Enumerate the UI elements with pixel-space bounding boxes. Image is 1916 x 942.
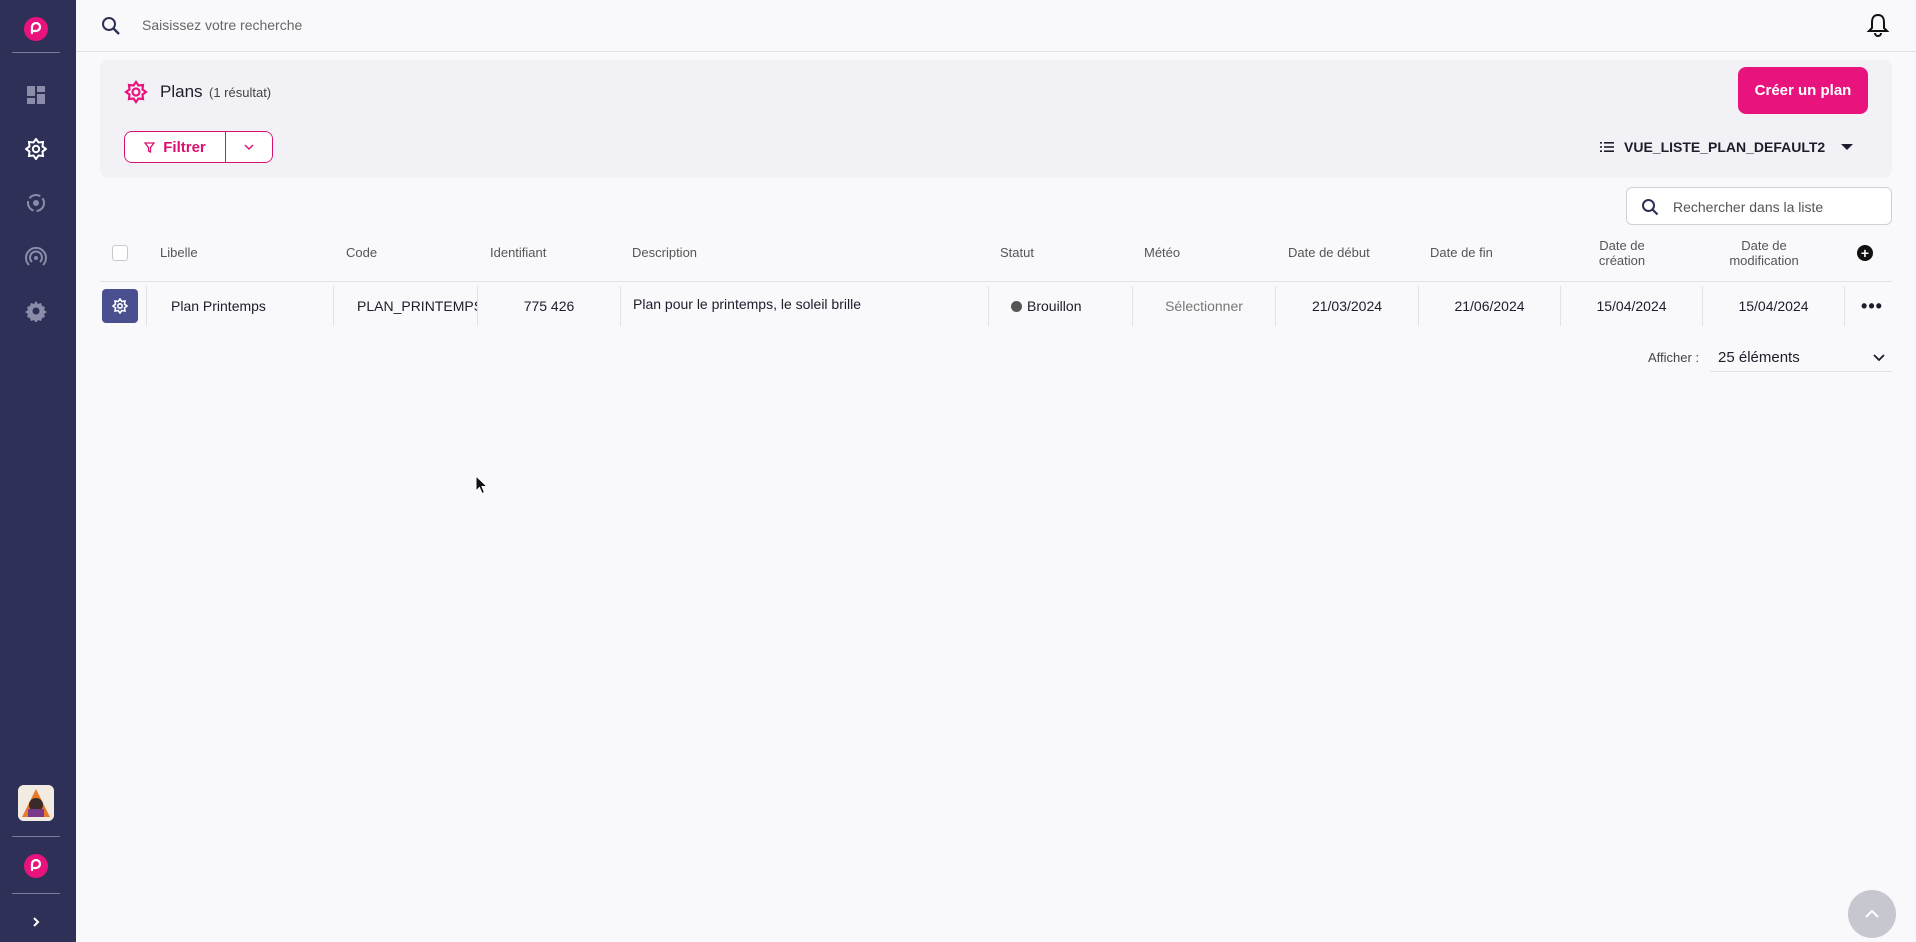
search-icon <box>102 17 120 35</box>
column-header-date-fin[interactable]: Date de fin <box>1430 245 1493 260</box>
result-count: (1 résultat) <box>209 85 272 100</box>
sidebar-divider <box>12 836 60 837</box>
table-header-divider <box>100 281 1892 282</box>
cell-identifiant: 775 426 <box>477 286 620 326</box>
meteo-select[interactable]: Sélectionner <box>1165 298 1243 314</box>
page-size-select[interactable]: 25 éléments <box>1710 344 1892 372</box>
sidebar-item-broadcast[interactable] <box>24 245 48 269</box>
cell-date-creation: 15/04/2024 <box>1560 286 1702 326</box>
gear-icon <box>25 301 47 322</box>
view-selector[interactable]: VUE_LISTE_PLAN_DEFAULT2 <box>1600 135 1854 159</box>
filter-group: Filtrer <box>124 131 273 163</box>
table-row[interactable]: Plan Printemps PLAN_PRINTEMPS 775 426 Pl… <box>100 286 1892 326</box>
list-search-input[interactable] <box>1673 196 1883 218</box>
gear-icon <box>112 298 128 314</box>
cell-date-fin: 21/06/2024 <box>1418 286 1560 326</box>
cell-statut: Brouillon <box>988 286 1132 326</box>
column-header-libelle[interactable]: Libelle <box>160 245 198 260</box>
dashboard-icon <box>27 86 45 104</box>
page-header: Plans (1 résultat) Créer un plan Filtrer… <box>100 60 1892 178</box>
list-icon <box>1600 142 1614 152</box>
column-header-date-modification-line1: Date de <box>1741 238 1787 253</box>
chevron-right-icon[interactable] <box>26 912 46 932</box>
status-dot-icon <box>1011 300 1022 312</box>
column-header-statut[interactable]: Statut <box>1000 245 1034 260</box>
column-header-date-creation[interactable]: Date de création <box>1572 238 1672 268</box>
plans-icon <box>124 80 148 104</box>
search-icon <box>1642 199 1659 216</box>
sidebar-divider <box>12 893 60 894</box>
cell-meteo: Sélectionner <box>1132 286 1275 326</box>
radar-icon <box>27 194 45 212</box>
sidebar-item-settings[interactable] <box>24 299 48 323</box>
sidebar <box>0 0 76 942</box>
broadcast-icon <box>25 246 47 266</box>
gear-flower-icon <box>25 138 47 160</box>
column-header-identifiant[interactable]: Identifiant <box>490 245 546 260</box>
filter-button-label: Filtrer <box>163 138 206 156</box>
column-header-code[interactable]: Code <box>346 245 377 260</box>
column-header-date-creation-line2: création <box>1598 253 1646 268</box>
cell-libelle: Plan Printemps <box>146 286 332 326</box>
select-all-checkbox[interactable] <box>112 245 128 261</box>
chevron-down-icon <box>244 144 254 150</box>
status-label: Brouillon <box>1027 298 1082 314</box>
chevron-down-icon <box>1873 354 1885 362</box>
sidebar-divider <box>12 52 60 53</box>
column-header-date-debut[interactable]: Date de début <box>1288 245 1370 260</box>
sidebar-item-plans[interactable] <box>24 137 48 161</box>
sidebar-item-radar[interactable] <box>24 191 48 215</box>
page-title: Plans <box>160 82 203 101</box>
page-size-label: Afficher : <box>1648 350 1700 365</box>
filter-button[interactable]: Filtrer <box>125 132 226 162</box>
row-actions-menu-icon[interactable]: ••• <box>1857 286 1887 326</box>
row-plan-icon[interactable] <box>102 289 138 323</box>
row-divider <box>1844 286 1845 326</box>
add-column-icon[interactable]: + <box>1857 245 1873 261</box>
list-search <box>1626 187 1892 225</box>
column-header-date-modification-line2: modification <box>1729 253 1799 268</box>
app-logo-bottom-icon[interactable] <box>24 854 48 878</box>
global-search-input[interactable] <box>142 14 742 36</box>
cell-description: Plan pour le printemps, le soleil brille <box>620 286 988 326</box>
bell-icon[interactable] <box>1866 12 1890 38</box>
sidebar-item-dashboard[interactable] <box>24 83 48 107</box>
chevron-up-icon <box>1865 909 1879 918</box>
user-avatar[interactable] <box>18 785 54 821</box>
funnel-icon <box>144 141 156 153</box>
app-logo-icon[interactable] <box>24 17 48 41</box>
column-header-date-modification[interactable]: Date de modification <box>1714 238 1814 268</box>
top-bar <box>76 0 1916 52</box>
mouse-cursor-icon <box>475 475 489 495</box>
view-name: VUE_LISTE_PLAN_DEFAULT2 <box>1624 139 1826 155</box>
column-header-description[interactable]: Description <box>632 245 697 260</box>
column-header-meteo[interactable]: Météo <box>1144 245 1180 260</box>
create-plan-button[interactable]: Créer un plan <box>1738 67 1868 114</box>
cell-date-modification: 15/04/2024 <box>1702 286 1844 326</box>
scroll-to-top-button[interactable] <box>1848 890 1896 938</box>
caret-down-icon <box>1841 144 1854 150</box>
cell-date-debut: 21/03/2024 <box>1275 286 1418 326</box>
page-size-value: 25 éléments <box>1718 349 1800 366</box>
column-header-date-creation-line1: Date de <box>1599 238 1645 253</box>
filter-dropdown-button[interactable] <box>226 132 272 162</box>
cell-code: PLAN_PRINTEMPS <box>333 286 477 326</box>
